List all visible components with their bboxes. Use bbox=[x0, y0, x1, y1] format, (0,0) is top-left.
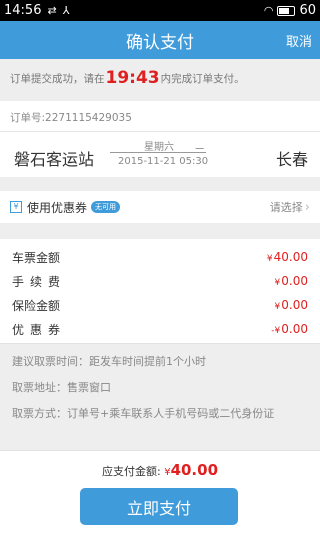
coupon-label: 使用优惠券 bbox=[27, 200, 88, 215]
arrival-station: 长春 bbox=[275, 150, 308, 169]
amount-label: 保险金额 bbox=[12, 298, 61, 313]
departure-station: 磐石客运站 bbox=[14, 150, 95, 169]
notice-prefix: 订单提交成功，请在 bbox=[10, 72, 105, 85]
amount-label: 优惠券 bbox=[12, 322, 67, 337]
coupon-status-badge: 无可用 bbox=[91, 201, 121, 213]
coupon-select[interactable]: 请选择 › bbox=[270, 199, 310, 215]
cancel-button[interactable]: 取消 bbox=[286, 31, 312, 50]
coupon-select-label: 请选择 bbox=[269, 201, 303, 214]
payable-label: 应支付金额: bbox=[101, 465, 161, 478]
usb-icon: ⇄ bbox=[47, 4, 57, 17]
status-time: 14:56 bbox=[4, 3, 42, 18]
payment-deadline-notice: 订单提交成功，请在 19:43 内完成订单支付。 bbox=[0, 59, 320, 97]
pickup-method-info: 取票方式：订单号+乘车联系人手机号码或二代身份证 bbox=[12, 407, 275, 420]
network-icon: ⅄ bbox=[62, 4, 70, 17]
amount-label: 车票金额 bbox=[12, 250, 61, 265]
amount-row: 车票金额 ¥40.00 bbox=[12, 245, 308, 269]
pickup-time-info: 建议取票时间：距发车时间提前1个小时 bbox=[12, 355, 206, 368]
departure-weekday: 星期六 bbox=[144, 142, 174, 153]
amount-row: 手续费 ¥0.00 bbox=[12, 269, 308, 293]
battery-icon bbox=[277, 5, 296, 16]
payable-value: 40.00 bbox=[170, 461, 219, 479]
countdown-timer: 19:43 bbox=[105, 68, 160, 88]
ticket-pickup-info: 建议取票时间：距发车时间提前1个小时 取票地址：售票窗口 取票方式：订单号+乘车… bbox=[0, 343, 320, 430]
coupon-row[interactable]: ¥ 使用优惠券 无可用 请选择 › bbox=[0, 191, 320, 223]
departure-datetime: 2015-11-21 05:30 bbox=[118, 156, 209, 167]
order-number: 订单号:2271115429035 bbox=[10, 112, 132, 124]
status-bar: 14:56 ⇄ ⅄ ◠ 60 bbox=[0, 0, 320, 21]
amount-value: ¥0.00 bbox=[274, 274, 308, 288]
amount-value: ¥0.00 bbox=[274, 298, 308, 312]
route-arrow bbox=[110, 152, 206, 153]
payable-amount: 应支付金额: ¥40.00 bbox=[0, 461, 320, 479]
pay-now-button[interactable]: 立即支付 bbox=[80, 488, 238, 525]
amount-value: ¥40.00 bbox=[266, 250, 308, 264]
payment-footer: 应支付金额: ¥40.00 立即支付 bbox=[0, 450, 320, 533]
notice-suffix: 内完成订单支付。 bbox=[160, 72, 245, 85]
amount-value: -¥0.00 bbox=[271, 322, 308, 336]
battery-level: 60 bbox=[299, 3, 316, 18]
amount-label: 手续费 bbox=[12, 274, 67, 289]
amount-row: 优惠券 -¥0.00 bbox=[12, 317, 308, 341]
page-title: 确认支付 bbox=[126, 32, 194, 53]
amount-row: 保险金额 ¥0.00 bbox=[12, 293, 308, 317]
chevron-right-icon: › bbox=[304, 199, 310, 215]
app-header: 确认支付 取消 bbox=[0, 21, 320, 59]
wifi-icon: ◠ bbox=[263, 4, 274, 17]
divider bbox=[0, 131, 320, 132]
amount-breakdown: 车票金额 ¥40.00 手续费 ¥0.00 保险金额 ¥0.00 优惠券 -¥0… bbox=[0, 239, 320, 343]
pickup-address-info: 取票地址：售票窗口 bbox=[12, 381, 111, 394]
coupon-icon: ¥ bbox=[10, 201, 22, 213]
